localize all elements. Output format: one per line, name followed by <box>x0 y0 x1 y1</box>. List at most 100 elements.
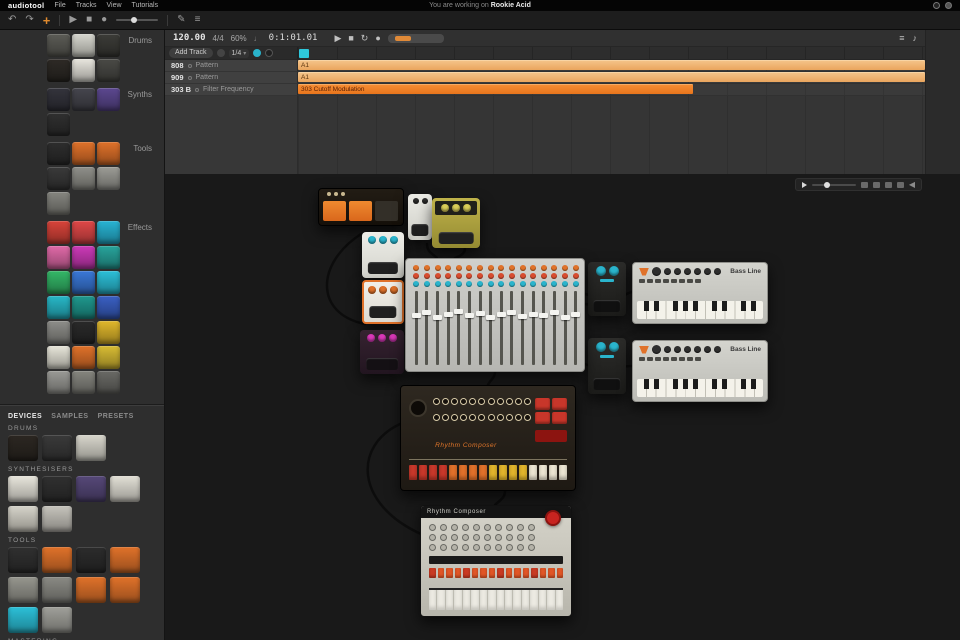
device-thumbnail[interactable] <box>76 476 106 502</box>
drum-machine-808[interactable]: Rhythm Composer <box>400 385 576 491</box>
tr909-step-button[interactable] <box>455 568 462 578</box>
metronome-icon[interactable]: ♩ <box>254 34 262 43</box>
device-icon[interactable] <box>47 34 70 57</box>
tr808-red-button[interactable] <box>535 412 550 424</box>
tr808-knob[interactable] <box>524 414 531 421</box>
pedal-device-cyan-3[interactable] <box>588 338 626 394</box>
tr909-step-button[interactable] <box>489 568 496 578</box>
avatar[interactable] <box>945 2 952 9</box>
device-thumbnail[interactable] <box>42 435 72 461</box>
mixer-knob[interactable] <box>520 265 526 271</box>
bassline-button[interactable] <box>655 279 661 283</box>
mixer-knob[interactable] <box>424 273 430 279</box>
mixer-fader-handle[interactable] <box>529 312 538 317</box>
camera-icon[interactable] <box>885 182 892 188</box>
tr909-key-button[interactable] <box>429 590 436 610</box>
mixer-knob[interactable] <box>551 273 557 279</box>
tr808-step-button[interactable] <box>429 465 437 480</box>
device-icon[interactable] <box>97 346 120 369</box>
tr909-knob[interactable] <box>451 544 458 551</box>
timeline-ruler[interactable] <box>298 47 925 59</box>
tr808-knob[interactable] <box>497 414 504 421</box>
pedal-footswitch[interactable] <box>411 224 428 236</box>
mixer-knob[interactable] <box>498 265 504 271</box>
mixer-knob[interactable] <box>466 265 472 271</box>
device-icon[interactable] <box>72 221 95 244</box>
tracks-list-icon[interactable]: ≡ <box>899 34 904 43</box>
pencil-icon[interactable]: ✎ <box>177 15 185 25</box>
bassline-black-key[interactable] <box>722 379 727 389</box>
clip[interactable]: A1 <box>298 60 925 70</box>
tr909-key-button[interactable] <box>522 590 529 610</box>
device-icon[interactable] <box>47 113 70 136</box>
play-icon[interactable]: ▶ <box>69 15 77 25</box>
tr909-knob[interactable] <box>495 544 502 551</box>
bassline-button[interactable] <box>663 357 669 361</box>
device-icon[interactable] <box>72 88 95 111</box>
tr808-step-button[interactable] <box>419 465 427 480</box>
mixer-device[interactable] <box>405 258 585 372</box>
device-thumbnail[interactable] <box>110 577 140 603</box>
tr909-knob[interactable] <box>484 544 491 551</box>
loop-range-widget[interactable] <box>388 34 444 43</box>
bassline-black-key[interactable] <box>712 301 717 311</box>
tr909-step-button[interactable] <box>514 568 521 578</box>
device-icon[interactable] <box>72 34 95 57</box>
pedal-footswitch[interactable] <box>369 306 396 318</box>
tr909-key-button[interactable] <box>454 590 461 610</box>
tr808-step-button[interactable] <box>549 465 557 480</box>
undo-icon[interactable]: ↶ <box>8 15 16 25</box>
tr909-step-button[interactable] <box>438 568 445 578</box>
device-icon[interactable] <box>47 221 70 244</box>
tr808-knob[interactable] <box>451 398 458 405</box>
bassline-black-key[interactable] <box>693 379 698 389</box>
tr909-key-button[interactable] <box>539 590 546 610</box>
tr808-step-button[interactable] <box>509 465 517 480</box>
tr808-knob[interactable] <box>488 414 495 421</box>
pedal-knob[interactable] <box>378 334 386 342</box>
mixer-knob[interactable] <box>520 273 526 279</box>
device-icon[interactable] <box>72 59 95 82</box>
mixer-knob[interactable] <box>488 265 494 271</box>
tr808-step-button[interactable] <box>449 465 457 480</box>
pedal-knob[interactable] <box>452 204 460 212</box>
mixer-fader-handle[interactable] <box>497 312 506 317</box>
bassline-black-key[interactable] <box>683 301 688 311</box>
pedal-device-orange[interactable] <box>362 280 404 324</box>
device-icon[interactable] <box>47 167 70 190</box>
tr909-step-button[interactable] <box>506 568 513 578</box>
tr909-key-button[interactable] <box>463 590 470 610</box>
tr808-knob[interactable] <box>433 398 440 405</box>
tr909-key-button[interactable] <box>530 590 537 610</box>
mixer-knob[interactable] <box>424 265 430 271</box>
mixer-knob[interactable] <box>509 273 515 279</box>
tr909-key-button[interactable] <box>505 590 512 610</box>
tr808-knob[interactable] <box>478 414 485 421</box>
bassline-keyboard[interactable] <box>637 379 763 397</box>
pedal-footswitch[interactable] <box>593 378 620 390</box>
pedal-knob[interactable] <box>379 286 387 294</box>
device-icon[interactable] <box>97 88 120 111</box>
device-icon[interactable] <box>97 246 120 269</box>
bassline-knob[interactable] <box>652 345 661 354</box>
mixer-knob[interactable] <box>562 281 568 287</box>
tr909-step-button[interactable] <box>548 568 555 578</box>
menu-tracks[interactable]: Tracks <box>76 2 97 9</box>
bassline-black-key[interactable] <box>741 379 746 389</box>
add-device-icon[interactable]: + <box>43 14 51 27</box>
tr808-step-button[interactable] <box>499 465 507 480</box>
device-icon[interactable] <box>97 34 120 57</box>
mixer-knob[interactable] <box>424 281 430 287</box>
track-lane[interactable]: 303 Cutoff Modulation <box>298 84 925 96</box>
pedal-knob[interactable] <box>368 236 376 244</box>
pedal-knob[interactable] <box>609 342 619 352</box>
tr909-step-button[interactable] <box>446 568 453 578</box>
follow-playhead-button[interactable] <box>253 49 261 57</box>
mixer-knob[interactable] <box>413 265 419 271</box>
bassline-button[interactable] <box>647 357 653 361</box>
device-icon[interactable] <box>72 246 95 269</box>
device-thumbnail[interactable] <box>8 476 38 502</box>
mixer-fader-handle[interactable] <box>518 314 527 319</box>
mixer-knob[interactable] <box>541 265 547 271</box>
folder-icon[interactable] <box>873 182 880 188</box>
